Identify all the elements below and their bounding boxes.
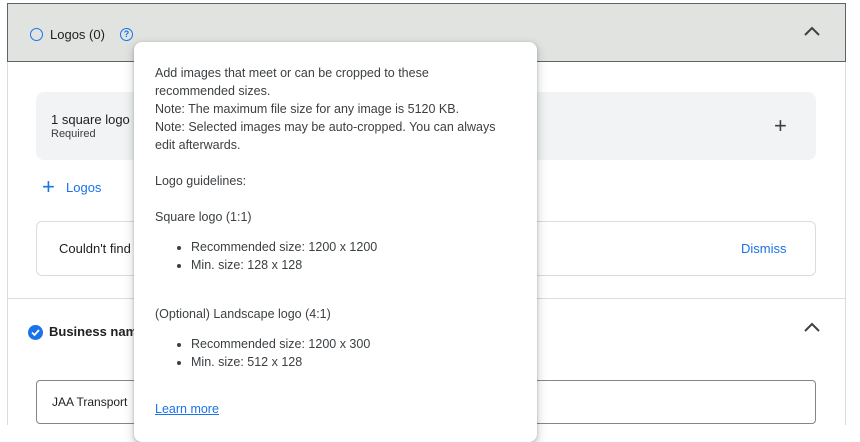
add-logos-button[interactable]: + Logos [42, 174, 102, 199]
dismiss-button[interactable]: Dismiss [741, 241, 787, 256]
learn-more-link[interactable]: Learn more [155, 402, 219, 416]
tooltip-intro-line: Add images that meet or can be cropped t… [155, 66, 429, 80]
check-circle-icon [28, 325, 43, 340]
square-logo-item: Min. size: 128 x 128 [191, 256, 377, 274]
panel-border-left [7, 62, 8, 425]
tooltip-intro-line: recommended sizes. [155, 84, 271, 98]
logo-card-subtitle: Required [51, 128, 96, 140]
landscape-logo-item: Min. size: 512 x 128 [191, 353, 370, 371]
empty-circle-icon [30, 28, 43, 41]
square-logo-item: Recommended size: 1200 x 1200 [191, 238, 377, 256]
logo-guidelines-tooltip: Add images that meet or can be cropped t… [134, 42, 537, 442]
landscape-logo-list: Recommended size: 1200 x 300 Min. size: … [155, 335, 370, 371]
business-name-value: JAA Transport [52, 395, 128, 409]
tooltip-intro-line: Note: The maximum file size for any imag… [155, 102, 460, 116]
square-logo-list: Recommended size: 1200 x 1200 Min. size:… [155, 238, 377, 274]
notice-text: Couldn't find [59, 241, 131, 256]
tooltip-intro-line: Note: Selected images may be auto-croppe… [155, 120, 496, 134]
plus-icon: + [42, 174, 55, 199]
square-logo-heading: Square logo (1:1) [155, 210, 252, 224]
landscape-logo-heading: (Optional) Landscape logo (4:1) [155, 307, 331, 321]
tooltip-intro-line: edit afterwards. [155, 138, 241, 152]
help-circle-icon[interactable]: ? [120, 28, 133, 41]
chevron-up-icon[interactable] [803, 321, 821, 333]
chevron-up-icon[interactable] [803, 25, 821, 37]
guidelines-heading: Logo guidelines: [155, 174, 247, 188]
landscape-logo-item: Recommended size: 1200 x 300 [191, 335, 370, 353]
panel-border-right [845, 62, 846, 425]
plus-icon[interactable]: + [774, 115, 787, 137]
business-name-title: Business name [49, 324, 145, 339]
logos-section-title: Logos (0) [50, 27, 105, 42]
add-logos-label: Logos [66, 180, 102, 195]
logo-card-title: 1 square logo [51, 112, 130, 127]
tooltip-intro: Add images that meet or can be cropped t… [155, 64, 525, 154]
